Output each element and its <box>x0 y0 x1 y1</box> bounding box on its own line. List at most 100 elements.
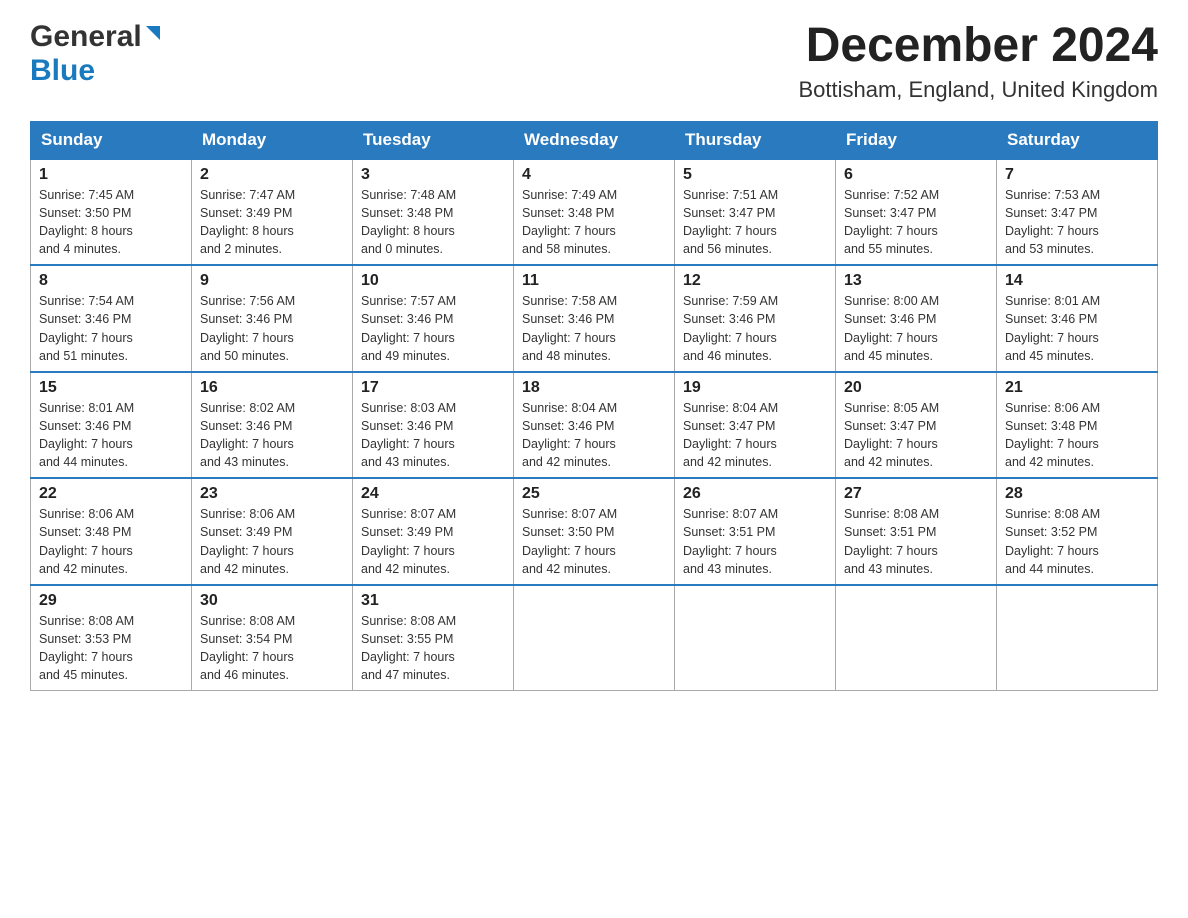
calendar-table: SundayMondayTuesdayWednesdayThursdayFrid… <box>30 121 1158 692</box>
calendar-cell: 11 Sunrise: 7:58 AMSunset: 3:46 PMDayligh… <box>514 265 675 372</box>
calendar-cell: 22Sunrise: 8:06 AMSunset: 3:48 PMDayligh… <box>31 478 192 585</box>
day-info: Sunrise: 8:08 AMSunset: 3:54 PMDaylight:… <box>200 614 295 682</box>
day-info: Sunrise: 7:54 AMSunset: 3:46 PMDaylight:… <box>39 294 134 362</box>
logo: General Blue <box>30 20 164 88</box>
day-info: Sunrise: 7:52 AMSunset: 3:47 PMDaylight:… <box>844 188 939 256</box>
calendar-cell: 17 Sunrise: 8:03 AMSunset: 3:46 PMDayligh… <box>353 372 514 479</box>
day-info: Sunrise: 8:04 AMSunset: 3:47 PMDaylight:… <box>683 401 778 469</box>
day-info: Sunrise: 8:08 AMSunset: 3:51 PMDaylight:… <box>844 507 939 575</box>
weekday-header-row: SundayMondayTuesdayWednesdayThursdayFrid… <box>31 121 1158 159</box>
calendar-cell: 16Sunrise: 8:02 AMSunset: 3:46 PMDayligh… <box>192 372 353 479</box>
day-number: 15 <box>39 379 183 397</box>
weekday-header-friday: Friday <box>836 121 997 159</box>
day-info: Sunrise: 8:06 AMSunset: 3:48 PMDaylight:… <box>1005 401 1100 469</box>
weekday-header-wednesday: Wednesday <box>514 121 675 159</box>
calendar-cell: 1 Sunrise: 7:45 AMSunset: 3:50 PMDaylight… <box>31 159 192 266</box>
day-number: 31 <box>361 592 505 610</box>
day-number: 2 <box>200 166 344 184</box>
title-area: December 2024 Bottisham, England, United… <box>798 20 1158 103</box>
day-info: Sunrise: 8:07 AMSunset: 3:51 PMDaylight:… <box>683 507 778 575</box>
logo-arrow-icon <box>142 22 164 49</box>
day-number: 18 <box>522 379 666 397</box>
calendar-cell: 19 Sunrise: 8:04 AMSunset: 3:47 PMDayligh… <box>675 372 836 479</box>
logo-general-text: General <box>30 20 142 54</box>
calendar-cell: 13 Sunrise: 8:00 AMSunset: 3:46 PMDayligh… <box>836 265 997 372</box>
day-number: 16 <box>200 379 344 397</box>
calendar-cell: 29 Sunrise: 8:08 AMSunset: 3:53 PMDayligh… <box>31 585 192 691</box>
day-info: Sunrise: 8:06 AMSunset: 3:48 PMDaylight:… <box>39 507 134 575</box>
calendar-cell: 20 Sunrise: 8:05 AMSunset: 3:47 PMDayligh… <box>836 372 997 479</box>
calendar-cell: 5 Sunrise: 7:51 AMSunset: 3:47 PMDaylight… <box>675 159 836 266</box>
calendar-cell: 12 Sunrise: 7:59 AMSunset: 3:46 PMDayligh… <box>675 265 836 372</box>
day-info: Sunrise: 8:00 AMSunset: 3:46 PMDaylight:… <box>844 294 939 362</box>
calendar-cell: 25 Sunrise: 8:07 AMSunset: 3:50 PMDayligh… <box>514 478 675 585</box>
calendar-cell: 2 Sunrise: 7:47 AMSunset: 3:49 PMDaylight… <box>192 159 353 266</box>
day-number: 8 <box>39 272 183 290</box>
day-info: Sunrise: 7:58 AMSunset: 3:46 PMDaylight:… <box>522 294 617 362</box>
day-number: 26 <box>683 485 827 503</box>
day-info: Sunrise: 7:47 AMSunset: 3:49 PMDaylight:… <box>200 188 295 256</box>
day-info: Sunrise: 8:06 AMSunset: 3:49 PMDaylight:… <box>200 507 295 575</box>
calendar-cell: 8 Sunrise: 7:54 AMSunset: 3:46 PMDaylight… <box>31 265 192 372</box>
day-info: Sunrise: 8:03 AMSunset: 3:46 PMDaylight:… <box>361 401 456 469</box>
day-info: Sunrise: 7:51 AMSunset: 3:47 PMDaylight:… <box>683 188 778 256</box>
calendar-week-row: 15 Sunrise: 8:01 AMSunset: 3:46 PMDayligh… <box>31 372 1158 479</box>
calendar-cell: 6 Sunrise: 7:52 AMSunset: 3:47 PMDaylight… <box>836 159 997 266</box>
calendar-week-row: 29 Sunrise: 8:08 AMSunset: 3:53 PMDayligh… <box>31 585 1158 691</box>
day-info: Sunrise: 8:04 AMSunset: 3:46 PMDaylight:… <box>522 401 617 469</box>
day-info: Sunrise: 8:01 AMSunset: 3:46 PMDaylight:… <box>39 401 134 469</box>
calendar-cell: 3 Sunrise: 7:48 AMSunset: 3:48 PMDaylight… <box>353 159 514 266</box>
day-info: Sunrise: 7:59 AMSunset: 3:46 PMDaylight:… <box>683 294 778 362</box>
day-number: 17 <box>361 379 505 397</box>
day-info: Sunrise: 7:45 AMSunset: 3:50 PMDaylight:… <box>39 188 134 256</box>
day-number: 13 <box>844 272 988 290</box>
day-number: 19 <box>683 379 827 397</box>
day-number: 30 <box>200 592 344 610</box>
calendar-week-row: 22Sunrise: 8:06 AMSunset: 3:48 PMDayligh… <box>31 478 1158 585</box>
day-number: 12 <box>683 272 827 290</box>
day-info: Sunrise: 8:08 AMSunset: 3:52 PMDaylight:… <box>1005 507 1100 575</box>
calendar-cell: 4Sunrise: 7:49 AMSunset: 3:48 PMDaylight… <box>514 159 675 266</box>
day-number: 28 <box>1005 485 1149 503</box>
day-number: 1 <box>39 166 183 184</box>
calendar-cell: 14 Sunrise: 8:01 AMSunset: 3:46 PMDayligh… <box>997 265 1158 372</box>
weekday-header-saturday: Saturday <box>997 121 1158 159</box>
calendar-cell <box>836 585 997 691</box>
day-info: Sunrise: 8:08 AMSunset: 3:55 PMDaylight:… <box>361 614 456 682</box>
calendar-cell: 7Sunrise: 7:53 AMSunset: 3:47 PMDaylight… <box>997 159 1158 266</box>
calendar-cell: 10Sunrise: 7:57 AMSunset: 3:46 PMDayligh… <box>353 265 514 372</box>
weekday-header-tuesday: Tuesday <box>353 121 514 159</box>
day-number: 20 <box>844 379 988 397</box>
day-info: Sunrise: 7:48 AMSunset: 3:48 PMDaylight:… <box>361 188 456 256</box>
calendar-cell: 23 Sunrise: 8:06 AMSunset: 3:49 PMDayligh… <box>192 478 353 585</box>
day-number: 4 <box>522 166 666 184</box>
day-number: 3 <box>361 166 505 184</box>
day-info: Sunrise: 8:05 AMSunset: 3:47 PMDaylight:… <box>844 401 939 469</box>
day-info: Sunrise: 8:08 AMSunset: 3:53 PMDaylight:… <box>39 614 134 682</box>
day-info: Sunrise: 7:57 AMSunset: 3:46 PMDaylight:… <box>361 294 456 362</box>
day-number: 5 <box>683 166 827 184</box>
day-number: 29 <box>39 592 183 610</box>
weekday-header-sunday: Sunday <box>31 121 192 159</box>
day-number: 23 <box>200 485 344 503</box>
calendar-cell: 27Sunrise: 8:08 AMSunset: 3:51 PMDayligh… <box>836 478 997 585</box>
weekday-header-thursday: Thursday <box>675 121 836 159</box>
day-number: 25 <box>522 485 666 503</box>
day-info: Sunrise: 8:07 AMSunset: 3:49 PMDaylight:… <box>361 507 456 575</box>
logo-blue-text: Blue <box>30 54 95 88</box>
day-number: 9 <box>200 272 344 290</box>
day-info: Sunrise: 8:07 AMSunset: 3:50 PMDaylight:… <box>522 507 617 575</box>
day-number: 21 <box>1005 379 1149 397</box>
calendar-cell: 9 Sunrise: 7:56 AMSunset: 3:46 PMDaylight… <box>192 265 353 372</box>
day-number: 6 <box>844 166 988 184</box>
calendar-cell: 31 Sunrise: 8:08 AMSunset: 3:55 PMDayligh… <box>353 585 514 691</box>
day-number: 14 <box>1005 272 1149 290</box>
calendar-cell: 26 Sunrise: 8:07 AMSunset: 3:51 PMDayligh… <box>675 478 836 585</box>
day-info: Sunrise: 7:56 AMSunset: 3:46 PMDaylight:… <box>200 294 295 362</box>
calendar-cell <box>514 585 675 691</box>
calendar-cell: 21 Sunrise: 8:06 AMSunset: 3:48 PMDayligh… <box>997 372 1158 479</box>
page-header: General Blue December 2024 Bottisham, En… <box>30 20 1158 103</box>
calendar-cell <box>675 585 836 691</box>
day-info: Sunrise: 8:01 AMSunset: 3:46 PMDaylight:… <box>1005 294 1100 362</box>
day-number: 11 <box>522 272 666 290</box>
